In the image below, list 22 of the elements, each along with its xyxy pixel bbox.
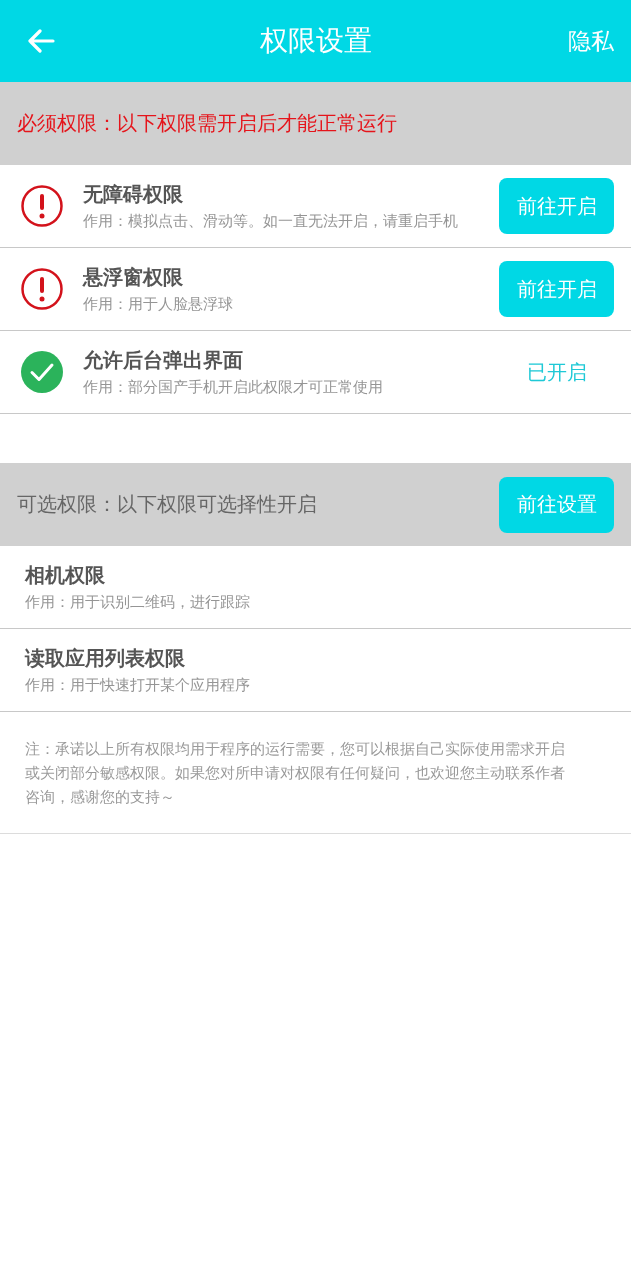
permission-title: 读取应用列表权限: [25, 645, 186, 672]
permission-description: 作用：用于快速打开某个应用程序: [25, 676, 251, 695]
settings-button[interactable]: 前往设置: [499, 476, 614, 533]
enable-button[interactable]: 前往开启: [499, 178, 614, 234]
permission-description: 作用：用于人脸悬浮球: [83, 295, 234, 314]
permission-description: 作用：用于识别二维码，进行跟踪: [25, 593, 251, 612]
privacy-link[interactable]: 隐私: [568, 25, 614, 57]
page-title: 权限设置: [259, 23, 372, 59]
permission-title: 允许后台弹出界面: [83, 347, 244, 374]
permission-description: 作用：模拟点击、滑动等。如一直无法开启，请重启手机: [83, 212, 459, 231]
permission-title: 相机权限: [25, 562, 106, 589]
note-text: 注：承诺以上所有权限均用于程序的运行需要，您可以根据自己实际使用需求开启或关闭部分敏感权限。如果您对所申请对权限有任何疑问，也欢迎您主动联系作者咨询，感谢您的支持～: [0, 712, 631, 834]
permission-row[interactable]: 读取应用列表权限 作用：用于快速打开某个应用程序: [0, 629, 631, 712]
permission-description: 作用：部分国产手机开启此权限才可正常使用: [83, 378, 384, 397]
section-heading: 可选权限：以下权限可选择性开启: [17, 491, 317, 518]
permission-row[interactable]: 相机权限 作用：用于识别二维码，进行跟踪: [0, 546, 631, 629]
enabled-status: 已开启: [525, 358, 588, 386]
section-heading: 必须权限：以下权限需开启后才能正常运行: [17, 110, 397, 137]
permission-title: 无障碍权限: [83, 181, 184, 208]
enable-button[interactable]: 前往开启: [499, 261, 614, 317]
back-arrow-icon: [27, 29, 55, 53]
permission-title: 悬浮窗权限: [83, 264, 184, 291]
